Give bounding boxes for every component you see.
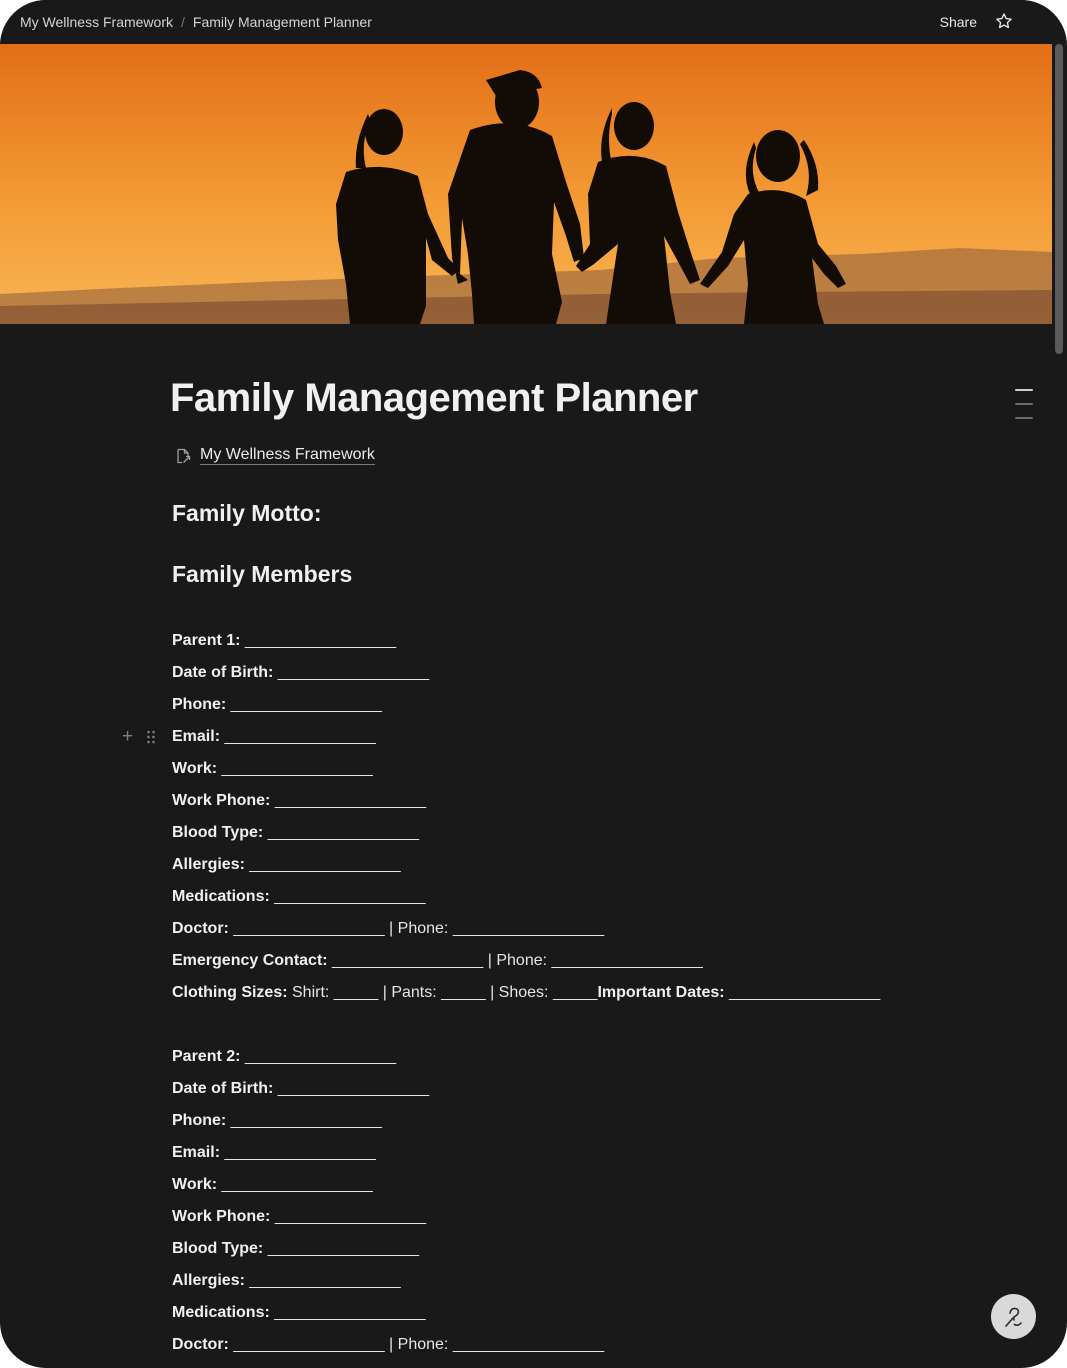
field-label: Doctor: [172, 920, 229, 937]
field-label: Parent 2: [172, 1048, 241, 1065]
field-label: Work: [172, 760, 218, 777]
field-value: _________________ [263, 824, 419, 841]
field-value: _________________ [269, 888, 426, 905]
field-parent1-medications[interactable]: Medications: _________________ [172, 887, 426, 907]
field-value: _________________ [217, 760, 373, 777]
field-value: _________________ [217, 1176, 373, 1193]
field-label: Work Phone: [172, 1208, 271, 1225]
field-label: Email: [172, 728, 221, 745]
star-icon[interactable] [995, 12, 1013, 30]
field-parent1-blood-type[interactable]: Blood Type: _________________ [172, 823, 419, 843]
field-value: _________________ [220, 1144, 376, 1161]
field-value: _________________ | Phone: _____________… [228, 1336, 605, 1353]
drag-handle-icon[interactable] [146, 729, 156, 745]
breadcrumb-separator: / [181, 14, 185, 30]
field-label-important-dates: Important Dates: [597, 984, 725, 1001]
field-parent2-allergies[interactable]: Allergies: _________________ [172, 1271, 401, 1291]
field-label: Allergies: [172, 1272, 245, 1289]
field-value: _________________ [270, 1208, 427, 1225]
field-parent2-medications[interactable]: Medications: _________________ [172, 1303, 426, 1323]
field-value: _________________ [273, 1080, 430, 1097]
field-value: _________________ [724, 984, 881, 1001]
field-value: _________________ [226, 1112, 382, 1129]
field-parent1-allergies[interactable]: Allergies: _________________ [172, 855, 401, 875]
field-label: Parent 1: [172, 632, 241, 649]
app-window: My Wellness Framework / Family Managemen… [0, 0, 1067, 1368]
share-button[interactable]: Share [940, 14, 977, 30]
field-parent2-doctor[interactable]: Doctor: _________________ | Phone: _____… [172, 1335, 604, 1355]
field-parent2-dob[interactable]: Date of Birth: _________________ [172, 1079, 429, 1099]
field-value: _________________ | Phone: _____________… [327, 952, 703, 969]
breadcrumb-item-current[interactable]: Family Management Planner [193, 14, 372, 30]
page-link-icon [177, 448, 191, 463]
block-controls: + [122, 727, 156, 746]
breadcrumb-item-parent[interactable]: My Wellness Framework [20, 14, 173, 30]
field-label: Work Phone: [172, 792, 271, 809]
field-label: Blood Type: [172, 824, 264, 841]
field-value: _________________ [240, 632, 397, 649]
field-label: Medications: [172, 888, 270, 905]
field-value: Shirt: _____ | Pants: _____ | Shoes: ___… [287, 984, 598, 1001]
field-parent1-work-phone[interactable]: Work Phone: _________________ [172, 791, 426, 811]
help-button[interactable] [991, 1294, 1036, 1339]
field-value: _________________ [244, 1272, 401, 1289]
field-value: _________________ | Phone: _____________… [228, 920, 605, 937]
field-label: Phone: [172, 696, 227, 713]
field-label: Work: [172, 1176, 218, 1193]
plus-icon[interactable]: + [122, 727, 138, 746]
cover-sunset-silhouette-image [0, 44, 1052, 324]
field-parent1-work[interactable]: Work: _________________ [172, 759, 373, 779]
table-of-contents-icon[interactable] [1015, 389, 1033, 431]
field-value: _________________ [220, 728, 376, 745]
field-parent2-email[interactable]: Email: _________________ [172, 1143, 376, 1163]
field-label: Clothing Sizes: [172, 984, 288, 1001]
field-parent1-phone[interactable]: Phone: _________________ [172, 695, 382, 715]
field-label: Phone: [172, 1112, 227, 1129]
field-parent1-name[interactable]: Parent 1: _________________ [172, 631, 396, 651]
field-value: _________________ [244, 856, 401, 873]
top-bar: My Wellness Framework / Family Managemen… [0, 0, 1067, 44]
field-parent2-work[interactable]: Work: _________________ [172, 1175, 373, 1195]
field-parent1-clothing-sizes[interactable]: Clothing Sizes: Shirt: _____ | Pants: __… [172, 983, 880, 1003]
field-value: _________________ [226, 696, 382, 713]
field-parent1-doctor[interactable]: Doctor: _________________ | Phone: _____… [172, 919, 604, 939]
field-label: Medications: [172, 1304, 270, 1321]
field-parent1-emergency-contact[interactable]: Emergency Contact: _________________ | P… [172, 951, 703, 971]
heading-family-members[interactable]: Family Members [172, 561, 352, 588]
field-parent2-work-phone[interactable]: Work Phone: _________________ [172, 1207, 426, 1227]
field-value: _________________ [273, 664, 430, 681]
field-label: Doctor: [172, 1336, 229, 1353]
breadcrumb: My Wellness Framework / Family Managemen… [20, 14, 372, 30]
field-label: Allergies: [172, 856, 245, 873]
field-label: Emergency Contact: [172, 952, 328, 969]
scrollbar[interactable] [1055, 44, 1063, 354]
field-label: Date of Birth: [172, 664, 274, 681]
page-title[interactable]: Family Management Planner [170, 376, 698, 421]
field-value: _________________ [263, 1240, 419, 1257]
field-label: Blood Type: [172, 1240, 264, 1257]
heading-family-motto[interactable]: Family Motto: [172, 500, 322, 527]
parent-page-link-label[interactable]: My Wellness Framework [200, 446, 375, 465]
parent-page-link[interactable]: My Wellness Framework [174, 446, 375, 465]
field-value: _________________ [269, 1304, 426, 1321]
field-parent2-name[interactable]: Parent 2: _________________ [172, 1047, 396, 1067]
field-parent1-dob[interactable]: Date of Birth: _________________ [172, 663, 429, 683]
field-label: Date of Birth: [172, 1080, 274, 1097]
field-label: Email: [172, 1144, 221, 1161]
field-value: _________________ [270, 792, 427, 809]
field-parent2-phone[interactable]: Phone: _________________ [172, 1111, 382, 1131]
help-icon [1004, 1307, 1022, 1327]
cover-image[interactable] [0, 44, 1052, 324]
field-parent1-email[interactable]: Email: _________________ [172, 727, 376, 747]
field-parent2-blood-type[interactable]: Blood Type: _________________ [172, 1239, 419, 1259]
field-value: _________________ [240, 1048, 397, 1065]
